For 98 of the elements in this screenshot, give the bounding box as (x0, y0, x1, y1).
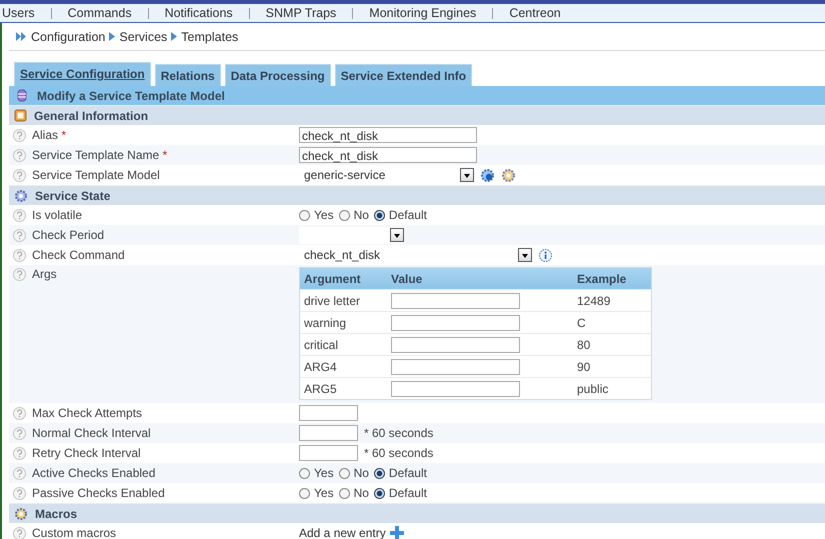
field-label: Check Command (32, 248, 125, 262)
field-label: Passive Checks Enabled (32, 486, 165, 500)
section-title: Macros (35, 506, 78, 520)
help-icon[interactable] (13, 128, 26, 142)
info-icon[interactable] (538, 248, 553, 262)
nav-link[interactable]: Commands (52, 6, 148, 20)
help-icon[interactable] (13, 248, 26, 262)
section-title: General Information (34, 108, 148, 122)
table-cell-text: warning (303, 316, 348, 330)
gear-icon (14, 506, 28, 520)
table-cell-text: critical (303, 338, 340, 352)
breadcrumb-link[interactable]: Configuration (31, 30, 106, 44)
help-icon[interactable] (13, 526, 26, 539)
value-field[interactable] (391, 292, 520, 308)
help-icon[interactable] (13, 208, 26, 222)
form-title: Modify a Service Template Model (37, 88, 225, 102)
table-cell-text: ARG5 (303, 382, 338, 396)
dropdown[interactable] (299, 226, 404, 244)
field-label: Normal Check Interval (32, 426, 151, 440)
field-label: Service Template Name * (32, 148, 168, 162)
tab[interactable]: Service Configuration (14, 62, 151, 86)
section-title: Service State (35, 188, 110, 202)
gear-icon (14, 188, 28, 202)
radio-button[interactable] (374, 210, 385, 220)
number-field[interactable] (299, 445, 358, 461)
unit-label: * 60 seconds (364, 446, 434, 460)
radio-label: Yes (314, 208, 334, 222)
arrow-icon (171, 32, 178, 41)
double-arrow-icon (16, 32, 27, 41)
radio-button[interactable] (338, 488, 350, 498)
radio-label: Default (388, 208, 427, 222)
nav-link[interactable]: Monitoring Engines (353, 6, 492, 20)
help-icon[interactable] (13, 446, 26, 460)
text-field[interactable]: check_nt_disk (299, 127, 477, 143)
text-field[interactable]: check_nt_disk (299, 147, 477, 163)
column-header: Argument (303, 272, 362, 286)
radio-button[interactable] (299, 468, 310, 478)
radio-button[interactable] (299, 210, 310, 220)
column-header: Value (391, 272, 424, 286)
arrow-icon (109, 32, 116, 41)
field-label: Active Checks Enabled (32, 466, 156, 480)
plus-icon[interactable] (390, 526, 404, 539)
tab[interactable]: Data Processing (224, 64, 331, 86)
nav-link[interactable]: SNMP Traps (250, 6, 352, 20)
breadcrumb-link[interactable]: Services (119, 30, 168, 44)
table-cell: 12489 (577, 294, 610, 308)
radio-label: Yes (314, 466, 334, 480)
help-icon[interactable] (13, 168, 26, 182)
radio-label: Default (388, 486, 427, 500)
value-field[interactable] (391, 380, 520, 396)
help-icon[interactable] (13, 466, 26, 480)
nav-link[interactable]: Notifications (148, 6, 249, 20)
table-cell: 90 (577, 360, 590, 374)
table-cell: C (577, 316, 586, 330)
radio-button[interactable] (374, 488, 385, 498)
radio-label: No (354, 486, 369, 500)
number-field[interactable] (299, 405, 358, 421)
nav-link[interactable]: Centreon (493, 6, 577, 20)
help-icon[interactable] (13, 268, 26, 280)
field-label: Alias * (32, 128, 66, 142)
database-icon (17, 89, 27, 102)
radio-button[interactable] (338, 210, 350, 220)
radio-label: No (354, 208, 369, 222)
help-icon[interactable] (13, 148, 26, 162)
help-icon[interactable] (13, 406, 26, 420)
number-field[interactable] (299, 425, 358, 441)
tab[interactable]: Service Extended Info (334, 64, 472, 86)
radio-button[interactable] (338, 468, 350, 478)
help-icon[interactable] (13, 228, 26, 242)
value-field[interactable] (391, 336, 520, 352)
unit-label: * 60 seconds (364, 426, 434, 440)
radio-label: Yes (314, 486, 334, 500)
breadcrumb-link[interactable]: Templates (181, 30, 238, 44)
column-header: Example (577, 272, 626, 286)
radio-label: Default (388, 466, 427, 480)
table-cell-text: drive letter (303, 294, 362, 308)
field-label: Custom macros (32, 526, 116, 539)
info-gear-icon[interactable] (480, 168, 495, 182)
help-icon[interactable] (13, 426, 26, 440)
table-cell-text: ARG4 (303, 360, 338, 374)
field-label: Max Check Attempts (32, 406, 142, 420)
field-label: Service Template Model (32, 168, 160, 182)
field-label: Retry Check Interval (32, 446, 141, 460)
clipboard-icon (14, 109, 27, 122)
field-label: Is volatile (32, 208, 82, 222)
radio-label: No (354, 466, 369, 480)
field-label: Check Period (32, 228, 104, 242)
table-cell: 80 (577, 338, 590, 352)
radio-button[interactable] (299, 488, 310, 498)
gear-icon[interactable] (501, 168, 516, 182)
tab[interactable]: Relations (154, 64, 221, 86)
nav-link[interactable]: Users (2, 6, 51, 20)
radio-button[interactable] (374, 468, 385, 478)
help-icon[interactable] (13, 486, 26, 500)
value-field[interactable] (391, 358, 520, 374)
value-field[interactable] (391, 314, 520, 330)
field-label: Args (32, 267, 57, 281)
table-cell: public (577, 382, 608, 396)
